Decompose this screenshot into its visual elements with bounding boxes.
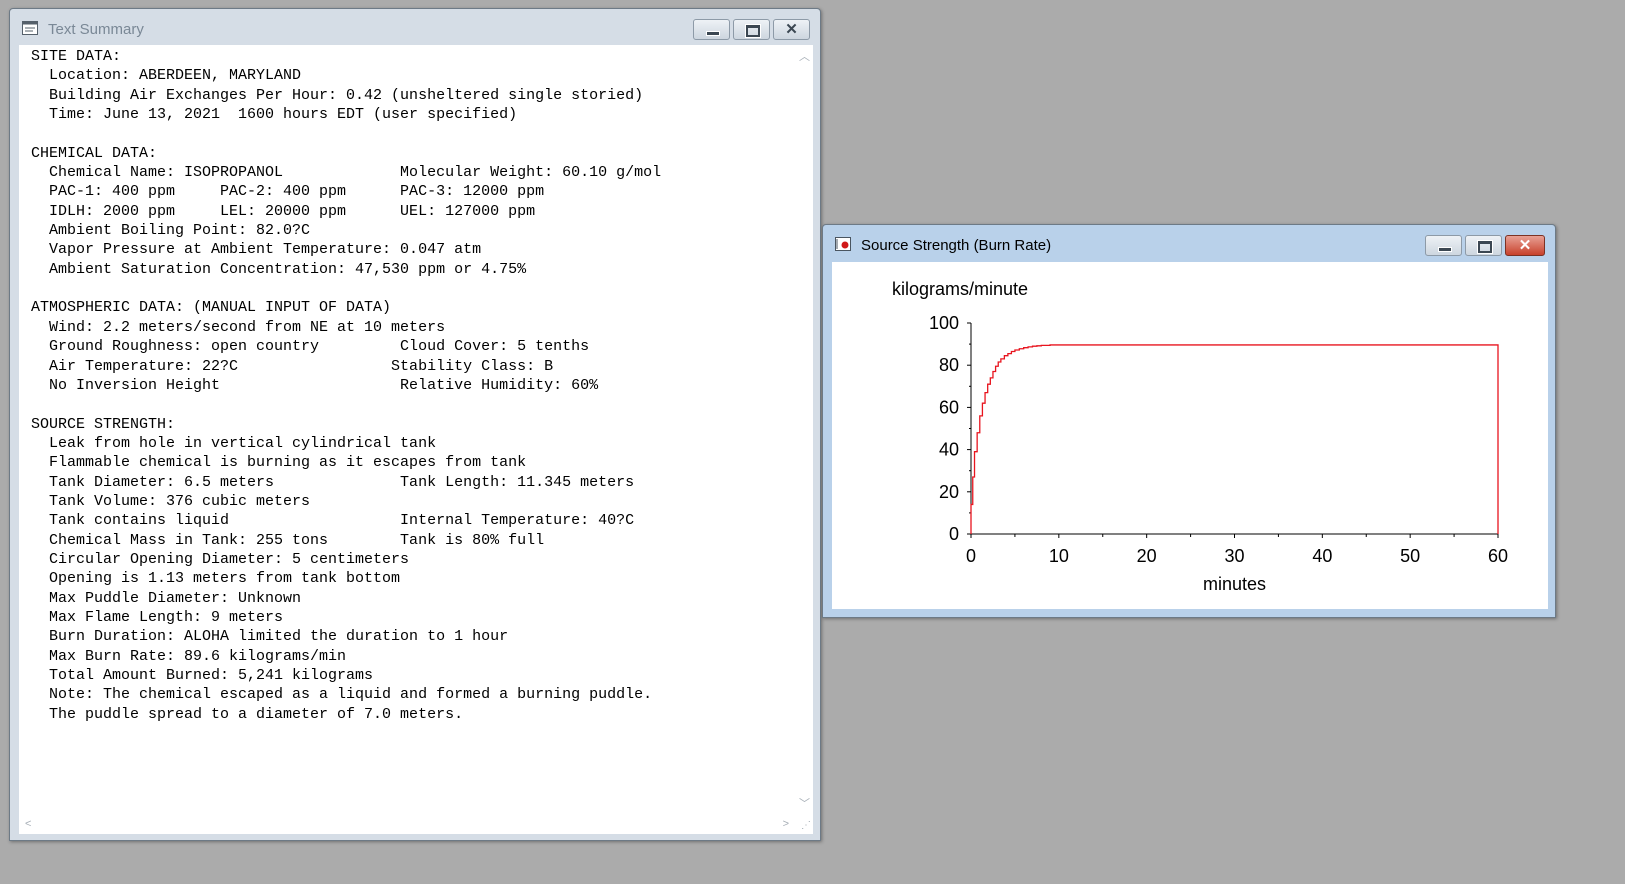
maximize-button[interactable]: [733, 19, 770, 40]
summary-line: IDLH: 2000 ppm LEL: 20000 ppm UEL: 12700…: [31, 202, 536, 220]
window-title: Source Strength (Burn Rate): [861, 237, 1052, 254]
horizontal-scrollbar[interactable]: < >: [19, 814, 795, 834]
burn-rate-series-line: [970, 344, 1499, 534]
summary-line: Burn Duration: ALOHA limited the duratio…: [31, 628, 509, 646]
summary-line: Total Amount Burned: 5,241 kilograms: [31, 667, 374, 684]
summary-line: Max Flame Length: 9 meters: [31, 608, 284, 626]
summary-line: Ambient Boiling Point: 82.0?C: [31, 222, 311, 240]
x-tick-label: 0: [966, 546, 976, 566]
summary-line: Ground Roughness: open country Cloud Cov…: [31, 338, 590, 356]
summary-line: PAC-1: 400 ppm PAC-2: 400 ppm PAC-3: 120…: [31, 183, 545, 201]
minimize-icon: [1438, 247, 1452, 252]
minimize-button[interactable]: [693, 19, 730, 40]
summary-line: Opening is 1.13 meters from tank bottom: [31, 570, 401, 588]
summary-line: Wind: 2.2 meters/second from NE at 10 me…: [31, 318, 446, 336]
maximize-icon: [1477, 240, 1493, 254]
summary-line: Vapor Pressure at Ambient Temperature: 0…: [31, 241, 482, 259]
resize-grip-icon[interactable]: ⋰: [799, 820, 811, 832]
y-tick-label: 20: [939, 482, 959, 502]
summary-line: Tank Diameter: 6.5 meters Tank Length: 1…: [31, 473, 635, 491]
text-document-icon: [22, 21, 38, 35]
summary-line: CHEMICAL DATA:: [31, 144, 158, 162]
summary-line: Circular Opening Diameter: 5 centimeters: [31, 550, 410, 568]
minimize-button[interactable]: [1425, 235, 1462, 256]
summary-line: SOURCE STRENGTH:: [31, 415, 176, 433]
close-button[interactable]: ✕: [773, 19, 810, 40]
x-tick-label: 10: [1049, 546, 1069, 566]
y-tick-label: 100: [929, 313, 959, 333]
scroll-right-arrow-icon[interactable]: >: [783, 818, 789, 830]
summary-line: Tank contains liquid Internal Temperatur…: [31, 512, 635, 530]
summary-line: [31, 395, 661, 414]
scroll-left-arrow-icon[interactable]: <: [25, 818, 31, 830]
graph-app-icon: [835, 237, 851, 251]
summary-line: Max Burn Rate: 89.6 kilograms/min: [31, 647, 347, 665]
close-icon: ✕: [785, 21, 798, 38]
text-summary-window: Text Summary ✕ SITE DATA: Location: ABER…: [9, 8, 821, 841]
text-summary-content: SITE DATA: Location: ABERDEEN, MARYLAND …: [19, 45, 813, 834]
vertical-scrollbar[interactable]: ︿ ﹀: [795, 45, 813, 814]
summary-line: [31, 124, 661, 143]
summary-line: Chemical Name: ISOPROPANOL Molecular Wei…: [31, 164, 662, 182]
summary-line: Max Puddle Diameter: Unknown: [31, 589, 302, 607]
summary-line: Building Air Exchanges Per Hour: 0.42 (u…: [31, 86, 644, 104]
summary-line: Note: The chemical escaped as a liquid a…: [31, 686, 653, 704]
y-tick-label: 80: [939, 355, 959, 375]
summary-line: [31, 279, 661, 298]
scroll-down-arrow-icon[interactable]: ﹀: [799, 798, 810, 810]
source-strength-window: Source Strength (Burn Rate) ✕ 0 20 40 60 80 1…: [822, 224, 1556, 618]
summary-line: Chemical Mass in Tank: 255 tons Tank is …: [31, 531, 545, 549]
summary-line: No Inversion Height Relative Humidity: 6…: [31, 376, 599, 394]
summary-line: Air Temperature: 22?C Stability Class: B: [31, 357, 554, 375]
x-tick-label: 20: [1137, 546, 1157, 566]
x-tick-label: 50: [1400, 546, 1420, 566]
summary-line: Time: June 13, 2021 1600 hours EDT (user…: [31, 106, 518, 124]
maximize-button[interactable]: [1465, 235, 1502, 256]
x-axis-label: minutes: [1203, 574, 1266, 594]
y-axis-label: kilograms/minute: [892, 279, 1028, 299]
y-tick-label: 40: [939, 440, 959, 460]
y-tick-label: 60: [939, 397, 959, 417]
summary-line: Ambient Saturation Concentration: 47,530…: [31, 260, 527, 278]
summary-line: ATMOSPHERIC DATA: (MANUAL INPUT OF DATA): [31, 299, 392, 317]
summary-line: Location: ABERDEEN, MARYLAND: [31, 67, 302, 85]
text-summary-titlebar[interactable]: Text Summary ✕: [10, 9, 820, 45]
summary-text: SITE DATA: Location: ABERDEEN, MARYLAND …: [31, 47, 661, 724]
close-icon: ✕: [1518, 237, 1532, 254]
close-button[interactable]: ✕: [1505, 235, 1545, 256]
summary-line: SITE DATA:: [31, 48, 122, 65]
x-tick-label: 60: [1488, 546, 1508, 566]
minimize-icon: [706, 31, 720, 36]
scroll-up-arrow-icon[interactable]: ︿: [799, 51, 810, 63]
summary-line: Flammable chemical is burning as it esca…: [31, 454, 527, 472]
summary-line: Tank Volume: 376 cubic meters: [31, 492, 311, 510]
x-tick-label: 30: [1224, 546, 1244, 566]
x-tick-label: 40: [1312, 546, 1332, 566]
summary-line: Leak from hole in vertical cylindrical t…: [31, 434, 437, 452]
window-title: Text Summary: [48, 21, 144, 38]
maximize-icon: [745, 24, 761, 38]
source-strength-titlebar[interactable]: Source Strength (Burn Rate) ✕: [823, 225, 1555, 261]
burn-rate-chart: 0 20 40 60 80 100 0 10 20 30 40 50 60 kilograms/minut…: [892, 279, 1508, 594]
graph-content: 0 20 40 60 80 100 0 10 20 30 40 50 60 kilograms/minut…: [832, 262, 1548, 609]
summary-line: The puddle spread to a diameter of 7.0 m…: [31, 705, 464, 723]
y-tick-label: 0: [949, 524, 959, 544]
